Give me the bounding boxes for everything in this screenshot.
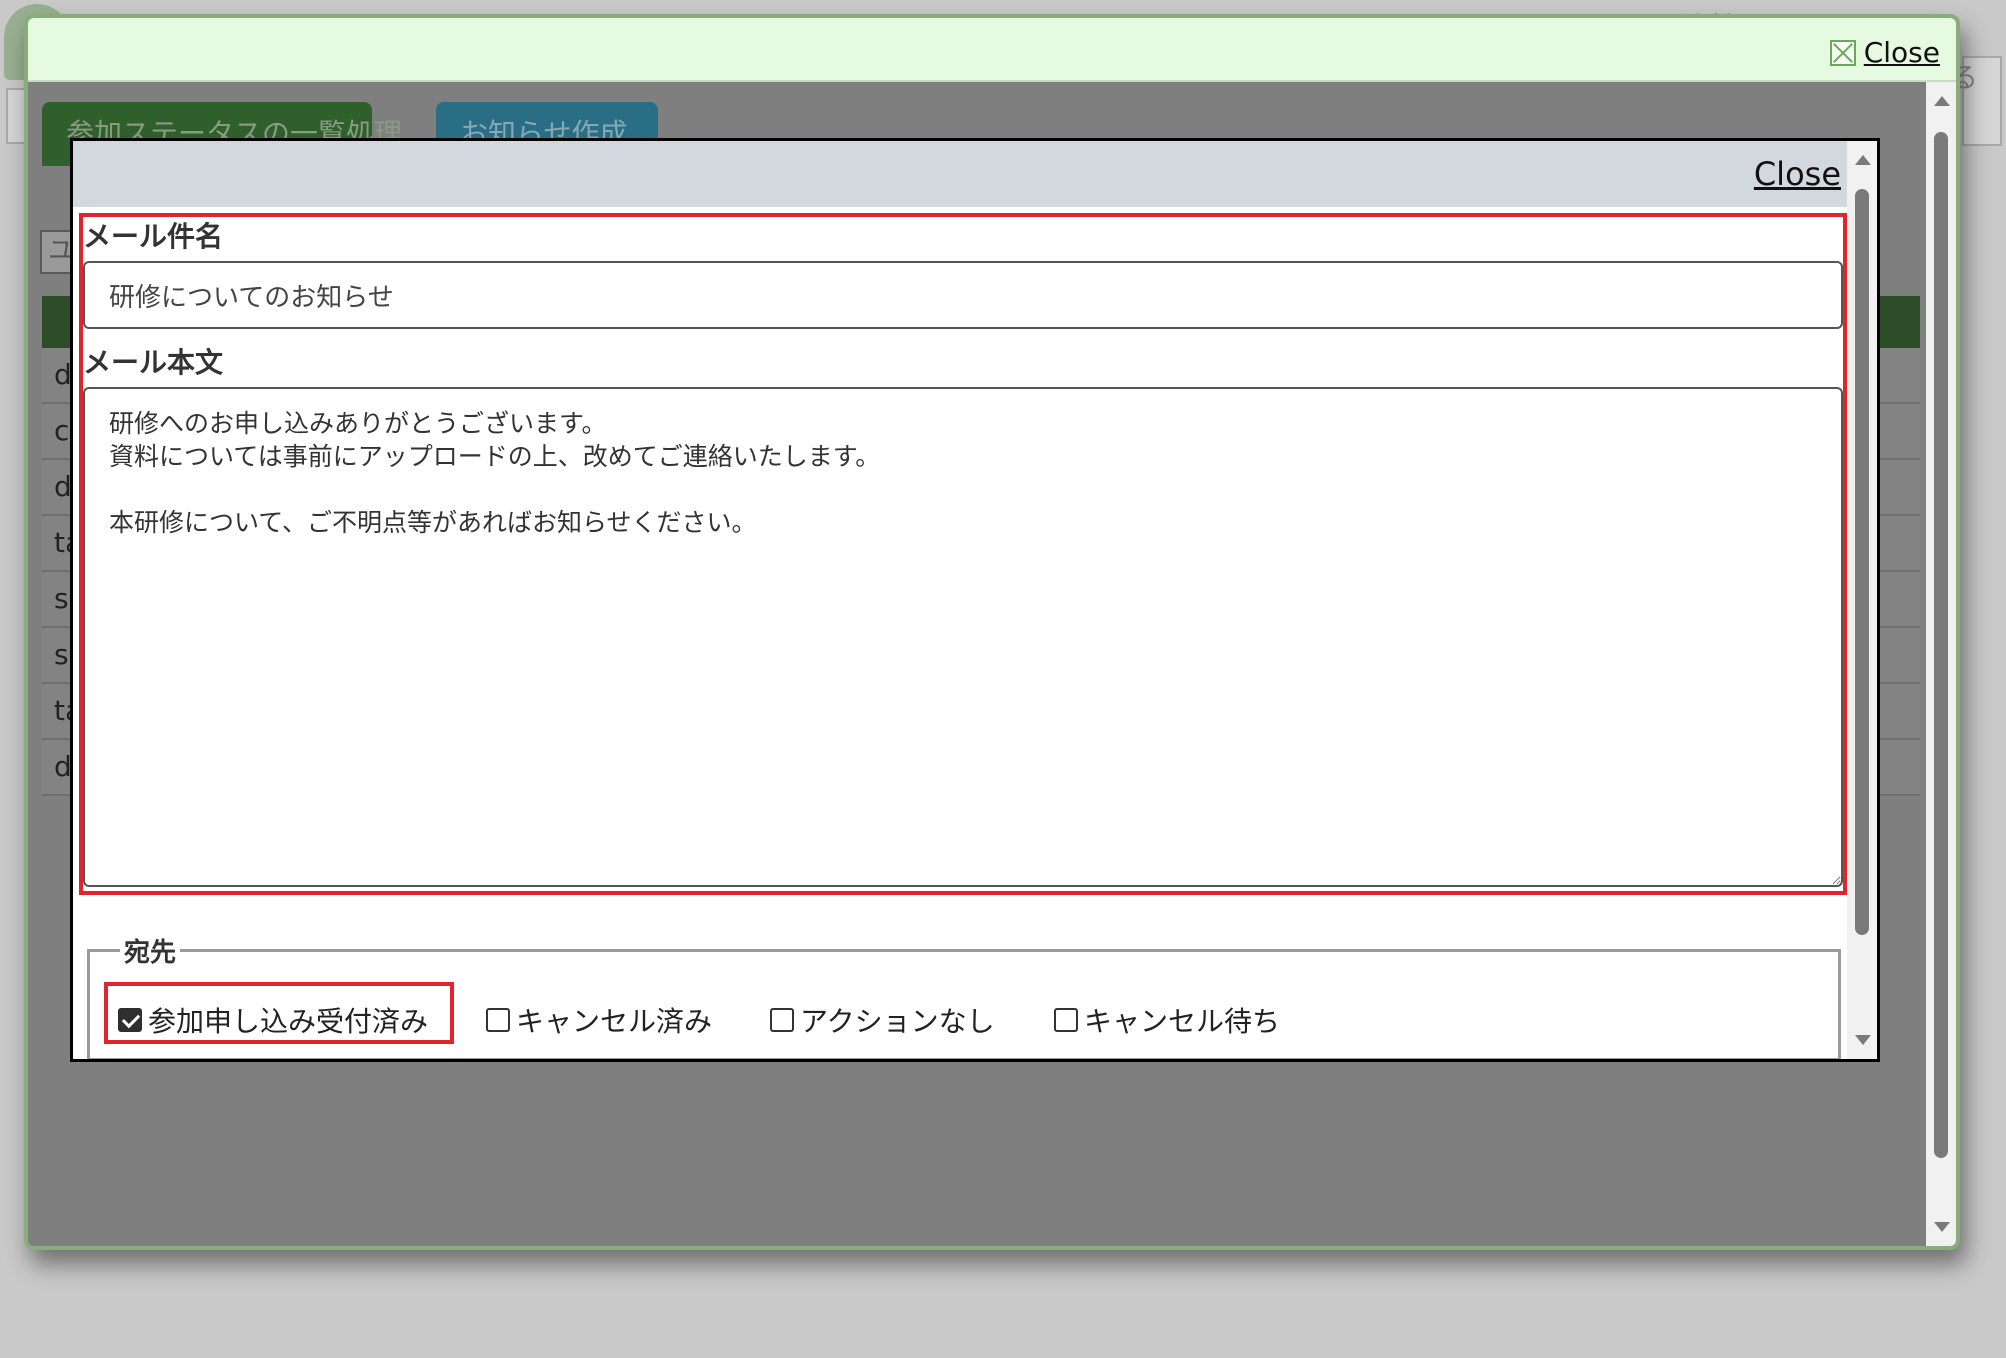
checkbox-label[interactable]: キャンセル済み: [516, 1000, 712, 1040]
checkbox-unchecked-icon[interactable]: [486, 1008, 510, 1032]
inner-scroll-thumb[interactable]: [1855, 189, 1869, 935]
checkbox-checked-icon[interactable]: [118, 1008, 142, 1032]
outer-close-label[interactable]: Close: [1864, 36, 1940, 69]
outer-close-button[interactable]: Close: [1829, 36, 1940, 69]
checkbox-label[interactable]: キャンセル待ち: [1084, 1000, 1280, 1040]
checkbox-waitlist[interactable]: キャンセル待ち: [1054, 1000, 1280, 1040]
scroll-down-arrow-icon[interactable]: [1855, 1035, 1871, 1045]
checkbox-unchecked-icon[interactable]: [1054, 1008, 1078, 1032]
close-icon[interactable]: [1829, 39, 1856, 66]
notice-modal-titlebar: Close: [73, 141, 1853, 207]
checkbox-cancelled[interactable]: キャンセル済み: [486, 1000, 712, 1040]
body-label: メール本文: [83, 346, 224, 379]
outer-scroll-thumb[interactable]: [1934, 132, 1948, 1158]
subject-input[interactable]: [83, 261, 1843, 329]
checkbox-accepted[interactable]: 参加申し込み受付済み: [118, 1000, 428, 1040]
checkbox-label[interactable]: アクションなし: [800, 1000, 995, 1040]
checkbox-label[interactable]: 参加申し込み受付済み: [148, 1000, 428, 1040]
subject-label: メール件名: [83, 220, 224, 253]
scroll-up-arrow-icon[interactable]: [1934, 96, 1950, 106]
recipients-fieldset: 宛先 参加申し込み受付済み キャンセル済み アクションなし キャンセル待ち: [87, 932, 1841, 1059]
inner-close-link[interactable]: Close: [1754, 155, 1841, 193]
notice-modal: Close メール件名 メール本文 研修へのお申し込みありがとうございます。 資…: [70, 138, 1880, 1062]
outer-dialog-titlebar: Close: [28, 18, 1956, 82]
checkbox-unchecked-icon[interactable]: [770, 1008, 794, 1032]
scroll-up-arrow-icon[interactable]: [1855, 155, 1871, 165]
recipients-legend: 宛先: [120, 932, 181, 969]
notice-modal-content: メール件名 メール本文 研修へのお申し込みありがとうございます。 資料については…: [73, 207, 1853, 1059]
checkbox-no-action[interactable]: アクションなし: [770, 1000, 995, 1040]
body-textarea[interactable]: 研修へのお申し込みありがとうございます。 資料については事前にアップロードの上、…: [83, 387, 1843, 887]
outer-scrollbar[interactable]: [1926, 82, 1956, 1246]
scroll-down-arrow-icon[interactable]: [1934, 1222, 1950, 1232]
inner-scrollbar[interactable]: [1847, 141, 1877, 1059]
